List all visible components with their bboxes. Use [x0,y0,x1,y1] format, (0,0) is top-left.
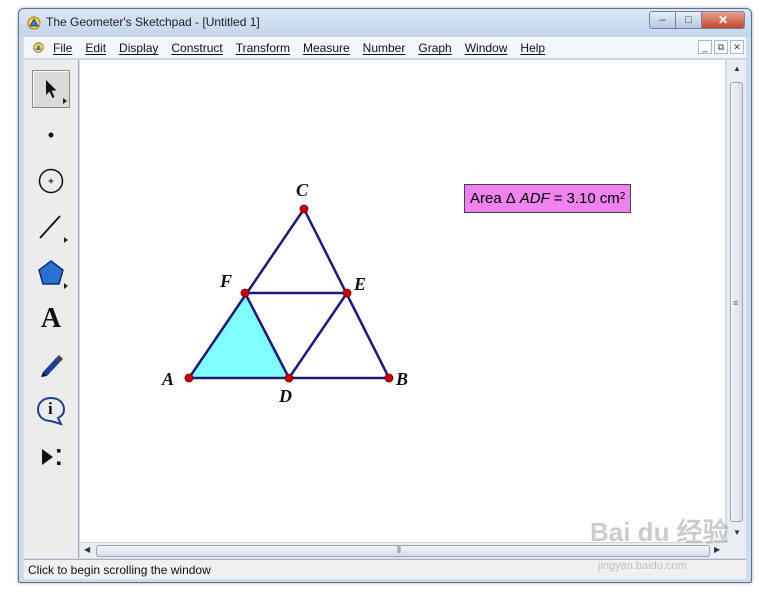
toolbox: A i [24,60,79,558]
point-c[interactable] [299,204,309,214]
status-text: Click to begin scrolling the window [28,563,211,577]
maximize-button[interactable]: □ [675,11,701,29]
more-tools-indicator [64,283,68,289]
point-e[interactable] [342,288,352,298]
triangle-name: ADF [519,190,550,207]
area-measurement[interactable]: Area Δ ADF = 3.10 cm 2 [464,184,632,213]
measure-unit: cm [599,190,620,207]
menu-graph[interactable]: Graph [418,41,451,55]
information-tool[interactable]: i [32,392,70,430]
letter-a-icon: A [40,303,62,334]
geometry-sketch[interactable]: A B C D E F [80,60,725,542]
menu-edit[interactable]: Edit [85,41,106,55]
sketch-canvas[interactable]: A B C D E F Area Δ ADF = 3.10 cm 2 [80,60,725,542]
menu-transform[interactable]: Transform [236,41,290,55]
marker-tool[interactable] [32,346,70,384]
menu-file[interactable]: File [53,41,72,55]
menu-measure[interactable]: Measure [303,41,350,55]
scroll-up-icon[interactable]: ▲ [733,64,741,73]
doc-minimize-button[interactable]: _ [698,40,712,54]
label-d[interactable]: D [278,386,292,406]
vertical-grip-icon: ≡ [733,298,739,308]
point-b[interactable] [384,373,394,383]
scroll-left-icon[interactable]: ◀ [84,545,90,554]
more-tools-indicator [64,237,68,243]
label-c[interactable]: C [296,180,309,200]
minimize-button[interactable]: – [649,11,675,29]
baidu-watermark: Bai du 经验 [590,517,729,547]
document-icon[interactable] [33,42,44,53]
measure-equals: = [553,190,563,207]
point-a[interactable] [184,373,194,383]
dot-icon [48,132,54,138]
line-segment-icon [39,215,61,239]
measure-exponent: 2 [619,191,626,202]
text-tool[interactable]: A [32,300,70,338]
info-glyph: i [48,399,53,418]
custom-tool[interactable] [32,438,70,476]
play-more-icon [42,449,61,465]
compass-tool[interactable] [32,162,70,200]
menu-construct[interactable]: Construct [171,41,222,55]
maximize-icon: □ [685,14,692,26]
point-f[interactable] [240,288,250,298]
pentagon-icon [38,260,64,285]
scroll-down-icon[interactable]: ▼ [733,528,741,537]
selection-arrow-tool[interactable] [32,70,70,108]
doc-restore-icon: ⧉ [717,41,725,52]
straightedge-tool[interactable] [32,208,70,246]
scrollbar-corner [726,542,746,558]
segment-de[interactable] [287,292,349,379]
measure-prefix: Area [470,190,502,207]
minimize-icon: – [659,14,666,26]
title-bar[interactable]: The Geometer's Sketchpad - [Untitled 1] … [19,9,751,37]
close-button[interactable]: ✕ [701,11,745,29]
app-icon [27,16,41,30]
menu-help[interactable]: Help [520,41,545,55]
baidu-watermark-url: jingyan.baidu.com [598,560,687,572]
label-e[interactable]: E [353,274,366,294]
measure-value: 3.10 [566,190,596,207]
circle-icon [38,168,64,194]
pen-icon [41,355,63,377]
label-a[interactable]: A [161,369,174,389]
triangle-symbol: Δ [505,190,516,207]
close-icon: ✕ [717,13,729,27]
vertical-scrollbar[interactable]: ▲ ≡ ▼ [726,60,746,542]
doc-close-button[interactable]: ✕ [730,40,744,54]
menu-window[interactable]: Window [465,41,508,55]
doc-restore-button[interactable]: ⧉ [714,40,728,54]
menu-display[interactable]: Display [119,41,158,55]
label-b[interactable]: B [395,369,408,389]
doc-close-icon: ✕ [733,41,741,52]
menu-items: File Edit Display Construct Transform Me… [53,41,558,55]
polygon-tool[interactable] [32,254,70,292]
menu-number[interactable]: Number [363,41,406,55]
menu-bar: File Edit Display Construct Transform Me… [24,37,746,59]
label-f[interactable]: F [219,271,232,291]
window-title: The Geometer's Sketchpad - [Untitled 1] [46,15,260,29]
sketchpad-window: The Geometer's Sketchpad - [Untitled 1] … [18,8,752,583]
arrow-cursor-icon [46,80,57,98]
document-window-controls: _ ⧉ ✕ [696,40,744,54]
doc-minimize-icon: _ [702,42,708,52]
more-tools-indicator [63,98,67,104]
point-tool[interactable] [32,116,70,154]
horizontal-grip-icon: ⦀ [397,545,401,555]
point-d[interactable] [284,373,294,383]
caption-buttons: – □ ✕ [649,11,745,29]
